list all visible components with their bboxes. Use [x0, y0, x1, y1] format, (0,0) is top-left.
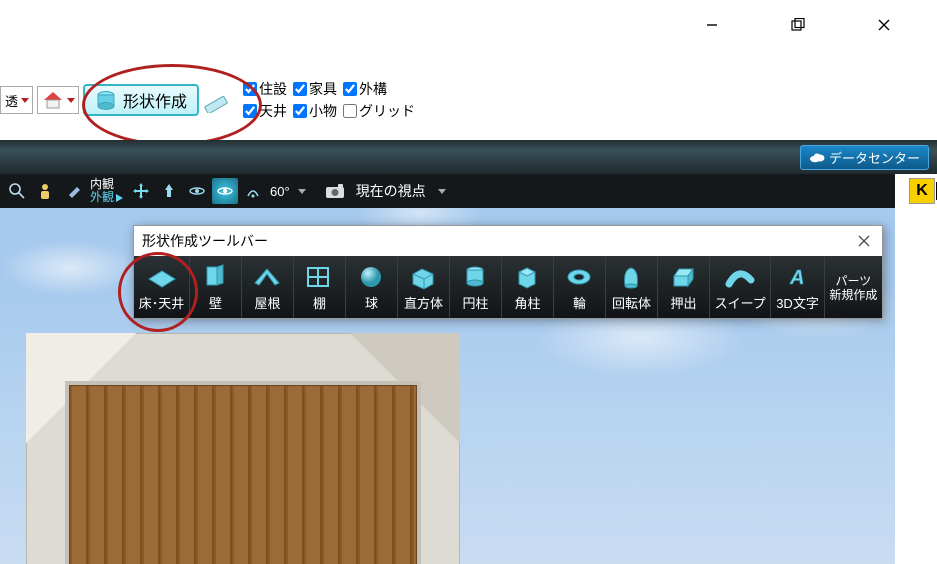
- play-icon: [114, 193, 124, 203]
- top-toolbar: 透 形状作成 住設 家具 外構 天井 小物 グリッド: [0, 80, 415, 120]
- tool-prism[interactable]: 角柱: [502, 257, 554, 318]
- roof-icon: [251, 263, 283, 291]
- orbit-selected-icon[interactable]: [212, 178, 238, 204]
- fov-dropdown[interactable]: [294, 178, 310, 204]
- model-wood-panel: [69, 385, 417, 564]
- person-icon[interactable]: [32, 178, 58, 204]
- fov-icon[interactable]: [240, 178, 266, 204]
- window-controls: [689, 10, 937, 40]
- checkbox-grid[interactable]: グリッド: [343, 101, 415, 121]
- sweep-icon: [724, 263, 756, 291]
- cloud-icon: [809, 149, 825, 165]
- shelf-icon: [303, 263, 335, 291]
- move-icon[interactable]: [128, 178, 154, 204]
- search-icon[interactable]: [4, 178, 30, 204]
- tool-torus[interactable]: 輪: [554, 257, 606, 318]
- tool-cuboid[interactable]: 直方体: [398, 257, 450, 318]
- checkbox-ceiling[interactable]: 天井: [243, 101, 287, 121]
- transparency-label: 透: [5, 91, 18, 110]
- house-dropdown[interactable]: [37, 86, 79, 114]
- floor-icon: [145, 263, 177, 291]
- tool-cylinder[interactable]: 円柱: [450, 257, 502, 318]
- tool-sphere[interactable]: 球: [346, 257, 398, 318]
- wall-icon: [199, 263, 231, 291]
- tool-parts-new[interactable]: パーツ 新規作成: [825, 257, 882, 318]
- model-frame: [26, 333, 460, 564]
- data-center-button[interactable]: データセンター: [800, 145, 929, 170]
- close-icon[interactable]: [854, 231, 874, 251]
- checkbox-furniture[interactable]: 家具: [293, 79, 337, 99]
- exterior-label: 外観: [90, 191, 114, 204]
- cylinder-icon: [95, 89, 117, 111]
- tool-floor-ceiling[interactable]: 床･天井: [134, 257, 190, 318]
- tool-shelf[interactable]: 棚: [294, 257, 346, 318]
- svg-text:A: A: [789, 267, 804, 289]
- shape-tool-row: 床･天井 壁 屋根 棚 球 直方体 円柱 角柱: [134, 256, 882, 318]
- shape-toolbar-title: 形状作成ツールバー: [142, 231, 268, 251]
- minimize-button[interactable]: [689, 10, 735, 40]
- data-center-label: データセンター: [829, 148, 920, 167]
- cylinder-icon: [459, 263, 491, 291]
- camera-icon[interactable]: [322, 178, 348, 204]
- house-icon: [42, 90, 64, 110]
- prism-icon: [511, 263, 543, 291]
- text-3d-icon: A: [782, 263, 814, 291]
- wrench-icon[interactable]: [60, 178, 86, 204]
- viewpoint-label: 現在の視点: [350, 181, 432, 201]
- caret-down-icon: [18, 93, 32, 107]
- display-checkbox-grid: 住設 家具 外構 天井 小物 グリッド: [243, 79, 415, 121]
- checkbox-residence[interactable]: 住設: [243, 79, 287, 99]
- sphere-icon: [355, 263, 387, 291]
- caret-down-icon: [64, 93, 78, 107]
- shape-create-label: 形状作成: [123, 88, 187, 112]
- view-toolbar: 内観 外観 60° 現在の視点: [0, 174, 895, 208]
- checkbox-exterior[interactable]: 外構: [343, 79, 415, 99]
- pushpin-icon[interactable]: [156, 178, 182, 204]
- transparency-dropdown[interactable]: 透: [0, 86, 33, 114]
- orbit-icon[interactable]: [184, 178, 210, 204]
- tool-extrude[interactable]: 押出: [658, 257, 710, 318]
- tool-3d-text[interactable]: A 3D文字: [771, 257, 824, 318]
- cuboid-icon: [407, 263, 439, 291]
- fov-angle: 60°: [268, 184, 292, 199]
- shape-toolbar-window: 形状作成ツールバー 床･天井 壁 屋根 棚 球 直方体: [133, 225, 883, 319]
- view-mode-toggle[interactable]: 内観 外観: [88, 178, 126, 204]
- torus-icon: [563, 263, 595, 291]
- maximize-button[interactable]: [775, 10, 821, 40]
- tool-roof[interactable]: 屋根: [242, 257, 294, 318]
- tool-wall[interactable]: 壁: [190, 257, 242, 318]
- tool-revolve[interactable]: 回転体: [606, 257, 658, 318]
- shape-create-button[interactable]: 形状作成: [83, 84, 199, 116]
- model-frame-bevel: [65, 381, 421, 564]
- app-logo-k: K: [909, 178, 935, 204]
- viewpoint-dropdown[interactable]: [434, 178, 450, 204]
- ruler-icon[interactable]: [203, 87, 229, 113]
- extrude-icon: [667, 263, 699, 291]
- close-button[interactable]: [861, 10, 907, 40]
- secondary-bar: データセンター: [0, 140, 937, 174]
- tool-sweep[interactable]: スイープ: [710, 257, 771, 318]
- checkbox-accessory[interactable]: 小物: [293, 101, 337, 121]
- revolve-icon: [615, 263, 647, 291]
